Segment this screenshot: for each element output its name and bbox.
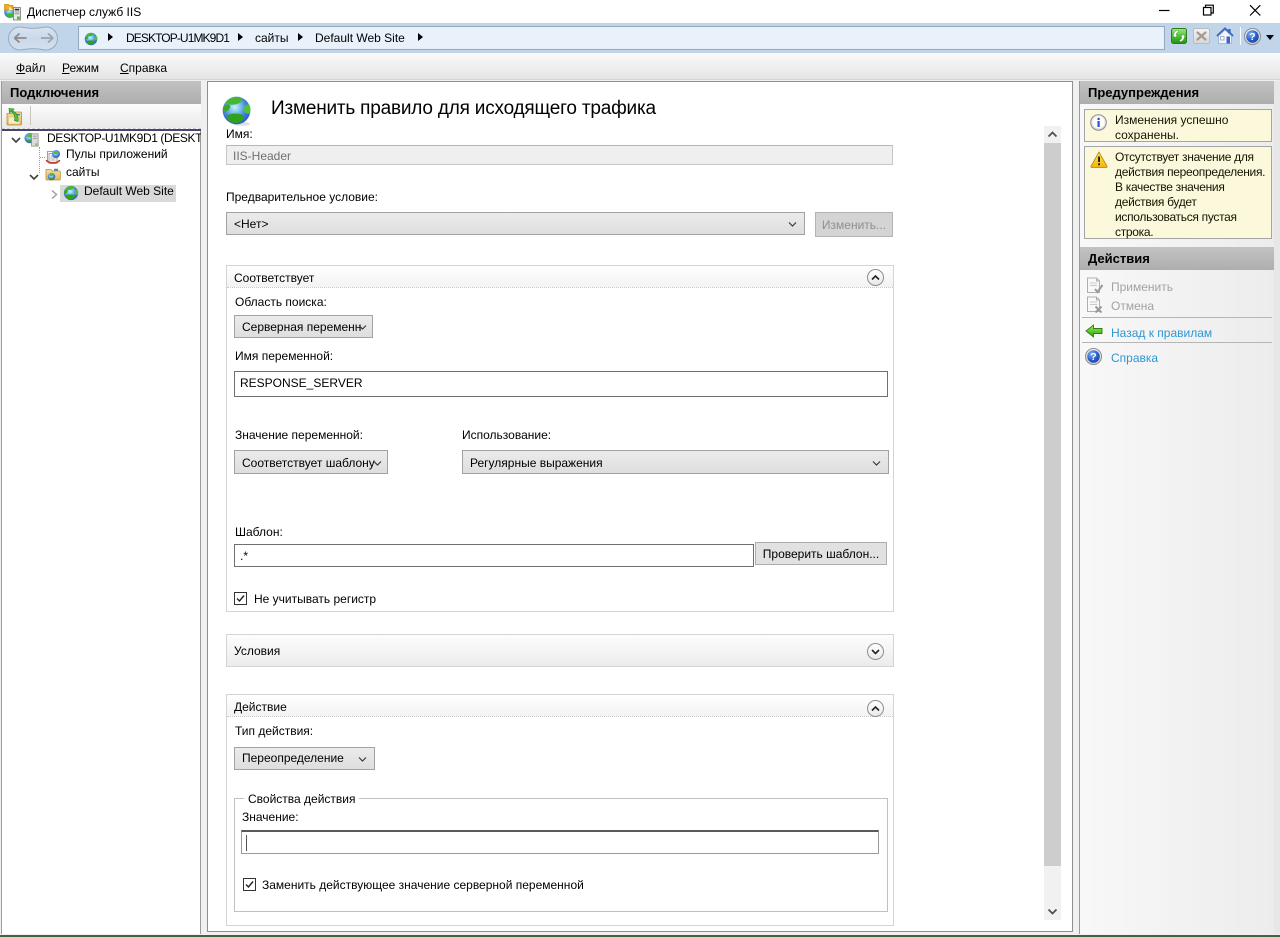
svg-text:?: ? [1249, 31, 1255, 43]
svg-text:?: ? [1090, 351, 1096, 363]
